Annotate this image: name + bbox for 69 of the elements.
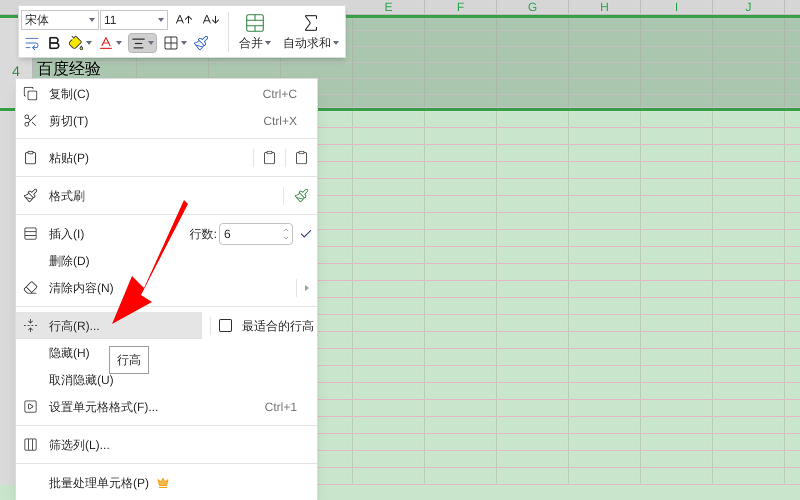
fit-row-height-option[interactable]: 最适合的行高 xyxy=(242,316,314,334)
caret-icon xyxy=(116,41,122,45)
menu-item-label: 插入(I) xyxy=(49,226,84,242)
paintbrush-icon xyxy=(23,188,38,203)
columns-icon xyxy=(23,437,38,452)
caret-icon xyxy=(86,41,92,45)
clipboard-icon xyxy=(23,150,38,165)
bold-icon[interactable] xyxy=(46,35,62,51)
shortcut-text: Ctrl+X xyxy=(263,112,298,130)
menu-item[interactable]: 插入(I) xyxy=(16,220,88,247)
paintbrush-icon[interactable] xyxy=(193,35,209,51)
wrap-text-icon[interactable] xyxy=(24,35,40,51)
fit-height-icon xyxy=(219,319,232,332)
menu-item-label: 粘贴(P) xyxy=(49,150,89,166)
fill-color-icon[interactable] xyxy=(68,35,84,51)
menu-item-label: 行高(R)... xyxy=(49,318,100,334)
caret-icon xyxy=(181,41,187,45)
menu-item-label: 筛选列(L)... xyxy=(49,436,110,454)
copy-icon xyxy=(23,86,38,101)
menu-item-label: 批量处理单元格(P) xyxy=(49,474,149,492)
menu-item[interactable]: 设置单元格格式(F)... xyxy=(16,393,162,420)
autosum-button[interactable]: 自动求和 xyxy=(279,12,343,52)
crown-icon xyxy=(157,476,169,488)
menu-item-label: 复制(C) xyxy=(49,86,90,102)
menu-item[interactable]: 格式刷 xyxy=(16,182,89,209)
menu-item[interactable]: 剪切(T) xyxy=(16,107,92,134)
caret-icon xyxy=(158,18,164,22)
merge-icon xyxy=(244,12,266,34)
menu-item-label: 剪切(T) xyxy=(49,112,88,130)
caret-icon xyxy=(89,18,95,22)
merge-button[interactable]: 合并 xyxy=(236,12,274,52)
menu-item-label: 取消隐藏(U) xyxy=(49,372,114,388)
paste-special-icon[interactable] xyxy=(294,150,309,165)
caret-icon xyxy=(148,41,154,45)
shortcut-text: Ctrl+C xyxy=(262,86,298,102)
scissors-icon xyxy=(23,113,38,128)
align-button[interactable] xyxy=(128,33,157,53)
menu-item-label: 清除内容(N) xyxy=(49,280,114,296)
caret-icon xyxy=(333,41,340,46)
menu-item[interactable]: 复制(C) xyxy=(16,80,94,107)
shortcut-text: Ctrl+1 xyxy=(264,398,298,416)
paste-values-icon[interactable] xyxy=(262,150,277,165)
menu-item[interactable]: 粘贴(P) xyxy=(16,144,93,171)
menu-item[interactable]: 批量处理单元格(P) xyxy=(16,469,173,496)
font-color-icon[interactable] xyxy=(98,35,114,51)
row-count-field[interactable]: 6 xyxy=(219,222,293,244)
rows-icon xyxy=(23,226,38,241)
caret-icon xyxy=(265,41,272,46)
menu-item-label: 格式刷 xyxy=(49,188,85,204)
submenu-arrow-icon xyxy=(305,284,309,290)
menu-item[interactable]: 筛选列(L)... xyxy=(16,431,114,458)
font-size-dropdown[interactable]: 11 xyxy=(100,10,168,30)
menu-item-label: 删除(D) xyxy=(49,252,90,270)
menu-item[interactable]: 行高(R)... xyxy=(16,312,202,339)
row-height-tooltip: 行高 xyxy=(109,346,149,374)
row-count-label: 行数: xyxy=(190,226,217,242)
align-center-icon xyxy=(131,36,146,50)
borders-icon[interactable] xyxy=(163,35,179,51)
cell-text: 百度经验 xyxy=(37,61,101,79)
row-height-icon xyxy=(23,318,38,333)
menu-item-label: 设置单元格格式(F)... xyxy=(49,398,158,416)
eraser-icon xyxy=(23,280,38,295)
menu-item-label: 隐藏(H) xyxy=(49,344,90,362)
menu-item[interactable]: 清除内容(N) xyxy=(16,274,118,301)
menu-item[interactable]: 删除(D) xyxy=(16,247,94,274)
cell-format-icon xyxy=(23,399,38,414)
brush-icon[interactable] xyxy=(294,188,309,203)
font-name-dropdown[interactable]: 宋体 xyxy=(21,10,99,30)
menu-item[interactable]: 隐藏(H) xyxy=(16,339,94,366)
